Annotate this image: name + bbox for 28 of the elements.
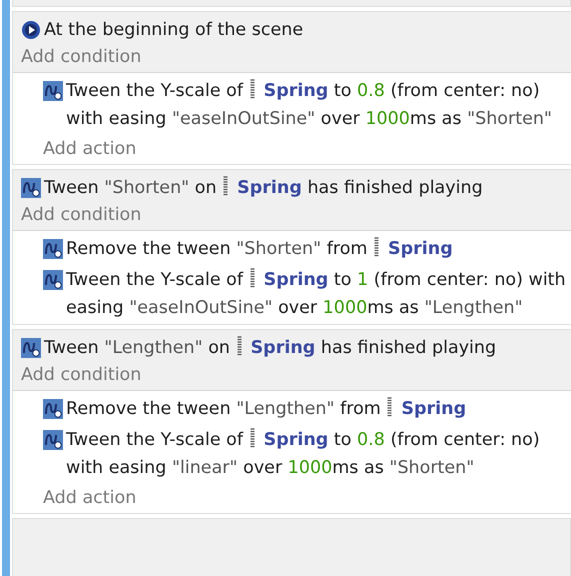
spring-icon	[373, 237, 380, 257]
action-text: Tween the Y-scale of Spring to 0.8 (from center: no) with easing "linear" over 1000ms as "Shorten"	[66, 427, 541, 480]
add-action-link[interactable]: Add action	[43, 485, 136, 511]
action-text: Remove the tween "Lengthen" from Spring	[66, 396, 466, 421]
spring-icon	[386, 397, 394, 417]
action-text: Tween the Y-scale of Spring to 1 (from center: no) with easing "easeInOutSine" over 1000ms as "Lengthen"	[66, 267, 567, 320]
add-condition-link[interactable]: Add condition	[21, 202, 142, 228]
tween-icon	[43, 270, 63, 290]
action-text: Tween the Y-scale of Spring to 0.8 (from center: no) with easing "easeInOutSine" over 1000ms as "Shorten"	[66, 78, 553, 131]
condition-text: Tween "Shorten" on Spring has finished playing	[44, 175, 483, 200]
add-condition-link[interactable]: Add condition	[21, 44, 142, 70]
condition-text: At the beginning of the scene	[44, 19, 304, 42]
spring-icon	[248, 268, 256, 288]
spring-icon	[248, 428, 256, 448]
spring-icon	[236, 336, 243, 356]
tween-icon	[21, 178, 41, 198]
tween-icon	[43, 430, 63, 450]
spring-icon	[222, 176, 230, 196]
tween-icon	[21, 338, 41, 358]
tween-icon	[43, 81, 63, 101]
tween-icon	[43, 399, 63, 419]
add-action-link[interactable]: Add action	[43, 136, 136, 162]
spring-icon	[248, 79, 256, 99]
condition-text: Tween "Lengthen" on Spring has finished playing	[44, 335, 496, 360]
tween-icon	[43, 239, 63, 259]
play-icon	[21, 20, 41, 40]
add-condition-link[interactable]: Add condition	[21, 362, 142, 388]
action-text: Remove the tween "Shorten" from Spring	[66, 236, 453, 261]
